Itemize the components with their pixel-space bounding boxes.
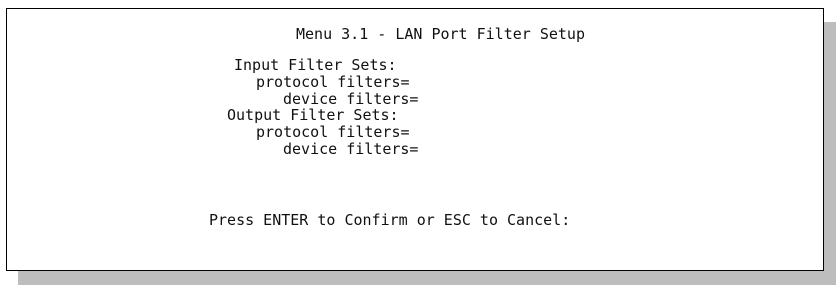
output-filter-sets-heading: Output Filter Sets: [227,106,399,124]
output-device-filters-label: device filters= [283,140,419,158]
input-protocol-filters-row: protocol filters= [256,74,450,91]
input-protocol-filters-label: protocol filters= [256,73,410,91]
confirm-cancel-prompt[interactable]: Press ENTER to Confirm or ESC to Cancel: [209,212,570,229]
input-device-filters-field[interactable] [418,91,458,108]
output-device-filters-field[interactable] [418,141,458,158]
output-device-filters-row: device filters= [283,141,458,158]
input-filter-sets-heading: Input Filter Sets: [234,56,397,74]
output-protocol-filters-field[interactable] [410,124,450,141]
input-protocol-filters-field[interactable] [410,74,450,91]
output-protocol-filters-label: protocol filters= [256,123,410,141]
menu-title: Menu 3.1 - LAN Port Filter Setup [296,25,585,43]
terminal-window: Menu 3.1 - LAN Port Filter Setup Input F… [6,8,824,271]
output-protocol-filters-row: protocol filters= [256,124,450,141]
